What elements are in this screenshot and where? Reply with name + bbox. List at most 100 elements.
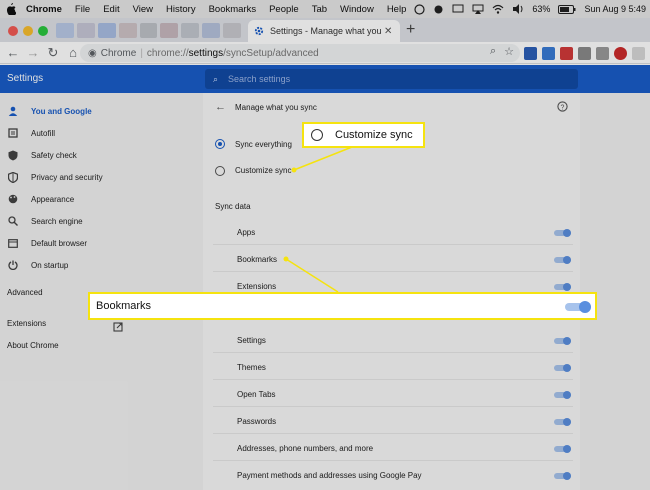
url-text: chrome://settings/syncSetup/advanced (146, 47, 319, 59)
home-icon[interactable]: ⌂ (66, 45, 80, 60)
divider (213, 271, 573, 272)
themes-toggle[interactable] (554, 364, 571, 372)
bookmarks-toggle[interactable] (554, 256, 571, 264)
pinned-tab[interactable] (181, 23, 200, 38)
back-arrow-icon[interactable]: ← (6, 45, 20, 60)
divider (213, 352, 573, 353)
screen-icon[interactable] (452, 4, 464, 14)
browser-toolbar: ← → ↻ ⌂ ◉ Chrome | chrome://settings/syn… (0, 42, 650, 64)
menu-window[interactable]: Window (340, 4, 374, 15)
sidebar-item-label: Appearance (31, 194, 75, 204)
battery-percent: 63% (532, 4, 551, 14)
extension-icon[interactable] (542, 46, 555, 60)
reload-icon[interactable]: ↻ (46, 45, 60, 61)
sync-everything-radio[interactable] (215, 139, 225, 149)
customize-sync-radio[interactable] (215, 166, 225, 176)
address-bar[interactable]: ◉ Chrome | chrome://settings/syncSetup/a… (80, 44, 520, 62)
sidebar-item-default-browser[interactable]: Default browser (7, 236, 87, 250)
power-icon (7, 259, 19, 271)
apps-toggle[interactable] (554, 229, 571, 237)
menu-file[interactable]: File (75, 4, 90, 15)
toggle-label: Themes (237, 363, 266, 372)
new-tab-button[interactable]: + (406, 21, 415, 39)
extensions-toggle[interactable] (554, 283, 571, 291)
sidebar-item-privacy[interactable]: Privacy and security (7, 170, 103, 184)
extension-icon[interactable] (524, 46, 537, 60)
palette-icon (7, 193, 19, 205)
sidebar-item-label: Search engine (31, 216, 83, 226)
settings-toggle[interactable] (554, 337, 571, 345)
sidebar-item-safety-check[interactable]: Safety check (7, 148, 77, 162)
speaker-icon[interactable] (512, 4, 524, 14)
open-tabs-toggle[interactable] (554, 391, 571, 399)
bookmark-star-icon[interactable]: ☆ (504, 45, 514, 58)
menu-history[interactable]: History (166, 4, 196, 15)
sidebar-extensions[interactable]: Extensions (7, 319, 46, 328)
bookmarks-toggle-enlarged (565, 301, 591, 313)
pinned-tab[interactable] (118, 23, 137, 38)
payment-methods-toggle[interactable] (554, 472, 571, 480)
menu-people[interactable]: People (269, 4, 299, 15)
passwords-toggle[interactable] (554, 418, 571, 426)
open-in-new-icon[interactable] (113, 319, 123, 332)
status-dot-icon[interactable] (433, 4, 444, 15)
autofill-icon (7, 127, 19, 139)
window-close-button[interactable] (8, 26, 18, 36)
clock[interactable]: Sun Aug 9 5:49 (584, 4, 646, 14)
menu-view[interactable]: View (133, 4, 153, 15)
window-zoom-button[interactable] (38, 26, 48, 36)
gear-icon (254, 26, 264, 36)
sidebar-advanced[interactable]: Advanced (7, 288, 43, 297)
extension-icon[interactable] (560, 46, 573, 60)
tab-settings[interactable]: Settings - Manage what you s ✕ (248, 20, 400, 42)
forward-arrow-icon[interactable]: → (26, 45, 40, 60)
menu-bookmarks[interactable]: Bookmarks (209, 4, 257, 15)
help-icon[interactable]: ? (557, 101, 568, 114)
sidebar-item-appearance[interactable]: Appearance (7, 192, 74, 206)
sidebar-item-label: Safety check (31, 150, 77, 160)
sidebar-item-search-engine[interactable]: Search engine (7, 214, 83, 228)
sidebar-item-label: On startup (31, 260, 69, 270)
menu-chrome[interactable]: Chrome (26, 4, 62, 15)
menu-help[interactable]: Help (387, 4, 407, 15)
battery-icon[interactable] (558, 4, 576, 14)
tab-close-icon[interactable]: ✕ (384, 26, 394, 37)
toggle-label: Apps (237, 228, 256, 237)
pinned-tab[interactable] (76, 23, 95, 38)
status-circle-icon[interactable] (414, 3, 426, 15)
sidebar-item-autofill[interactable]: Autofill (7, 126, 55, 140)
extension-icon[interactable] (596, 46, 609, 60)
airplay-icon[interactable] (472, 4, 484, 14)
window-minimize-button[interactable] (23, 26, 33, 36)
sidebar-item-you-and-google[interactable]: You and Google (7, 104, 92, 118)
pinned-tabs (56, 23, 242, 38)
extension-icon[interactable] (578, 46, 591, 60)
sidebar-item-on-startup[interactable]: On startup (7, 258, 68, 272)
wifi-icon[interactable] (492, 4, 504, 14)
addresses-toggle[interactable] (554, 445, 571, 453)
menu-edit[interactable]: Edit (103, 4, 119, 15)
pinned-tab[interactable] (56, 23, 74, 38)
pinned-tab[interactable] (202, 23, 221, 38)
pinned-tab[interactable] (160, 23, 179, 38)
search-input[interactable]: ⌕ Search settings (205, 69, 578, 89)
status-area: 63% Sun Aug 9 5:49 (414, 0, 646, 18)
extension-icon[interactable] (632, 46, 645, 60)
apple-icon[interactable] (6, 3, 18, 15)
menu-tab[interactable]: Tab (312, 4, 327, 15)
sidebar-about-chrome[interactable]: About Chrome (7, 341, 59, 350)
person-icon (7, 105, 19, 117)
sync-data-heading: Sync data (215, 202, 251, 211)
divider (213, 379, 573, 380)
pinned-tab[interactable] (223, 23, 242, 38)
pinned-tab[interactable] (97, 23, 116, 38)
back-arrow-icon[interactable]: ← (215, 101, 226, 113)
page-title: Manage what you sync (235, 103, 317, 112)
extension-icon[interactable] (614, 46, 627, 60)
pinned-tab[interactable] (139, 23, 158, 38)
tab-strip: Settings - Manage what you s ✕ + (0, 18, 650, 42)
settings-header: Settings ⌕ Search settings (0, 65, 650, 93)
sidebar-item-label: Privacy and security (31, 172, 103, 182)
zoom-search-icon[interactable]: ⌕ (490, 45, 496, 58)
toggle-label: Payment methods and addresses using Goog… (237, 471, 422, 480)
